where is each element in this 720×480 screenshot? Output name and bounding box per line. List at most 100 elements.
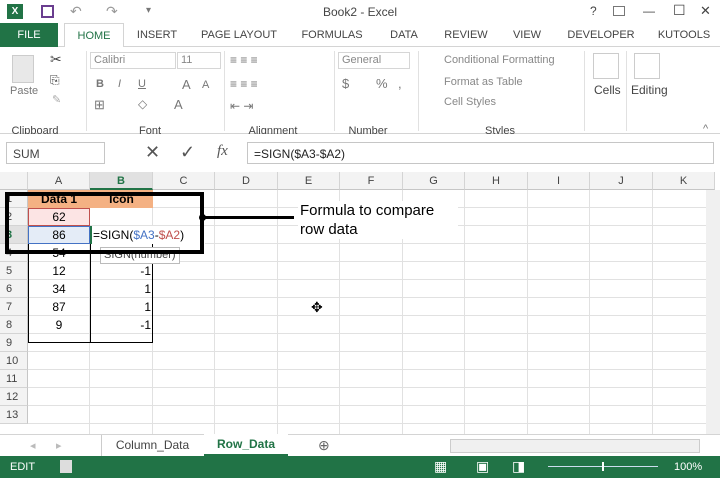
sheet-tab-bar: ◂ ▸ Column_Data Row_Data ⊕ [0, 434, 720, 456]
ribbon-tabs: FILE HOME INSERT PAGE LAYOUT FORMULAS DA… [0, 23, 720, 48]
vertical-scrollbar[interactable] [706, 190, 720, 434]
font-color-icon[interactable]: A [174, 97, 183, 112]
column-header-f[interactable]: F [340, 172, 403, 190]
column-header-g[interactable]: G [403, 172, 465, 190]
scroll-prev-sheet-icon[interactable]: ◂ [30, 439, 36, 452]
font-name-select[interactable]: Calibri [90, 52, 176, 69]
grow-font-button[interactable]: A [182, 77, 191, 92]
comma-button[interactable]: , [398, 76, 402, 91]
tab-view[interactable]: VIEW [506, 23, 548, 47]
underline-button[interactable]: U [138, 78, 146, 90]
cut-icon[interactable]: ✂ [50, 51, 62, 68]
ribbon: Paste ✂ ⎘ ✎ Clipboard Calibri 11 B I U A… [0, 47, 720, 137]
cell-b5[interactable]: -1 [90, 262, 151, 280]
column-header-a[interactable]: A [28, 172, 90, 190]
row-header-9[interactable]: 9 [0, 334, 28, 352]
column-header-b[interactable]: B [90, 172, 153, 190]
cell-a5[interactable]: 12 [28, 262, 90, 280]
indent-icon[interactable]: ⇤ ⇥ [230, 99, 253, 113]
cell-b7[interactable]: 1 [90, 298, 151, 316]
column-header-k[interactable]: K [653, 172, 715, 190]
status-mode: EDIT [10, 461, 36, 473]
borders-icon[interactable]: ⊞ [94, 97, 105, 113]
paste-button[interactable]: Paste [10, 85, 38, 97]
cell-a8[interactable]: 9 [28, 316, 90, 334]
tab-page-layout[interactable]: PAGE LAYOUT [196, 23, 282, 47]
column-header-j[interactable]: J [590, 172, 653, 190]
row-header-8[interactable]: 8 [0, 316, 28, 334]
callout-box [5, 192, 204, 254]
help-button[interactable]: ? [590, 4, 597, 18]
cell-b6[interactable]: 1 [90, 280, 151, 298]
minimize-button[interactable]: — [643, 4, 655, 18]
cell-b8[interactable]: -1 [90, 316, 151, 334]
tab-data[interactable]: DATA [384, 23, 424, 47]
column-header-h[interactable]: H [465, 172, 528, 190]
sheet-tab-column-data[interactable]: Column_Data [101, 435, 203, 456]
conditional-formatting-button[interactable]: Conditional Formatting [444, 54, 555, 66]
row-header-5[interactable]: 5 [0, 262, 28, 280]
italic-button[interactable]: I [118, 78, 121, 90]
currency-button[interactable]: $ [342, 76, 349, 91]
paste-icon[interactable] [12, 55, 34, 83]
tab-home[interactable]: HOME [64, 23, 124, 48]
insert-function-button[interactable]: fx [217, 143, 228, 160]
column-header-d[interactable]: D [215, 172, 278, 190]
zoom-slider[interactable] [548, 460, 658, 474]
row-header-12[interactable]: 12 [0, 388, 28, 406]
copy-icon[interactable]: ⎘ [50, 73, 60, 88]
page-layout-view-icon[interactable]: ▣ [476, 458, 489, 475]
tab-kutools[interactable]: KUTOOLS [654, 23, 714, 47]
maximize-button[interactable]: ☐ [673, 2, 686, 19]
zoom-level[interactable]: 100% [674, 461, 702, 473]
format-as-table-button[interactable]: Format as Table [444, 76, 523, 88]
callout-line [201, 216, 294, 219]
cell-a6[interactable]: 34 [28, 280, 90, 298]
cell-styles-button[interactable]: Cell Styles [444, 96, 496, 108]
scroll-next-sheet-icon[interactable]: ▸ [56, 439, 62, 452]
column-header-i[interactable]: I [528, 172, 590, 190]
tab-review[interactable]: REVIEW [438, 23, 494, 47]
editing-icon[interactable] [634, 53, 660, 79]
cells-button[interactable]: Cells [594, 83, 621, 97]
tab-developer[interactable]: DEVELOPER [564, 23, 638, 47]
tab-insert[interactable]: INSERT [130, 23, 184, 47]
window-title: Book2 - Excel [322, 5, 398, 19]
horizontal-scrollbar[interactable] [450, 439, 700, 453]
sheet-tab-row-data[interactable]: Row_Data [204, 434, 288, 456]
percent-button[interactable]: % [376, 76, 388, 91]
column-header-c[interactable]: C [153, 172, 215, 190]
shrink-font-button[interactable]: A [202, 79, 209, 91]
page-break-view-icon[interactable]: ◨ [512, 458, 525, 475]
row-header-13[interactable]: 13 [0, 406, 28, 424]
row-header-11[interactable]: 11 [0, 370, 28, 388]
align-left-icon[interactable]: ≡ ≡ ≡ [230, 77, 258, 91]
normal-view-icon[interactable]: ▦ [434, 458, 447, 475]
editing-button[interactable]: Editing [631, 83, 668, 97]
number-format-select[interactable]: General [338, 52, 410, 69]
macro-record-icon[interactable] [60, 460, 72, 473]
new-sheet-button[interactable]: ⊕ [318, 437, 330, 454]
select-all[interactable] [0, 172, 28, 190]
bold-button[interactable]: B [96, 78, 104, 90]
cells-icon[interactable] [593, 53, 619, 79]
formula-input[interactable]: =SIGN($A3-$A2) [247, 142, 714, 164]
font-size-select[interactable]: 11 [177, 52, 221, 69]
row-header-10[interactable]: 10 [0, 352, 28, 370]
format-painter-icon[interactable]: ✎ [52, 93, 61, 106]
ribbon-display-icon[interactable] [613, 6, 625, 16]
enter-icon[interactable]: ✓ [180, 142, 195, 163]
cell-a7[interactable]: 87 [28, 298, 90, 316]
row-header-6[interactable]: 6 [0, 280, 28, 298]
callout-dot [199, 214, 206, 221]
align-top-icon[interactable]: ≡ ≡ ≡ [230, 53, 258, 67]
close-button[interactable]: ✕ [700, 3, 711, 19]
annotation-text: Formula to compare row data [298, 201, 458, 239]
name-box[interactable]: SUM [6, 142, 105, 164]
tab-file[interactable]: FILE [0, 23, 58, 47]
cancel-icon[interactable]: ✕ [145, 142, 160, 163]
tab-formulas[interactable]: FORMULAS [296, 23, 368, 47]
row-header-7[interactable]: 7 [0, 298, 28, 316]
column-header-e[interactable]: E [278, 172, 340, 190]
fill-color-icon[interactable]: ◇ [138, 97, 147, 111]
